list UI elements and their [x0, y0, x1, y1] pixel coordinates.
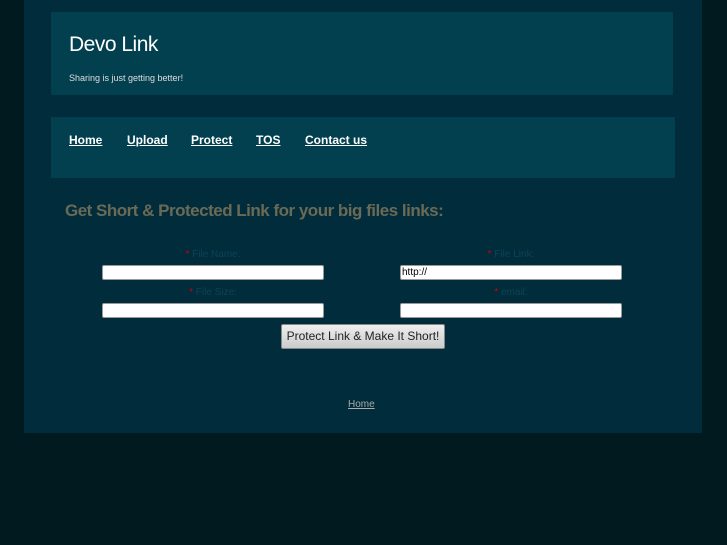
file-size-label: * File Size: [189, 287, 237, 298]
nav-contact[interactable]: Contact us [305, 133, 367, 147]
file-size-input[interactable] [102, 303, 324, 318]
file-link-label: * File Link: [487, 249, 535, 260]
submit-button[interactable]: Protect Link & Make It Short! [281, 324, 445, 349]
site-header: Devo Link Sharing is just getting better… [51, 12, 673, 95]
file-name-label: * File Name: [185, 249, 241, 260]
nav-tos[interactable]: TOS [256, 133, 280, 147]
footer-home-link[interactable]: Home [348, 399, 375, 410]
email-label: * email: [494, 287, 528, 298]
page-container: Devo Link Sharing is just getting better… [24, 0, 702, 433]
nav-home[interactable]: Home [69, 133, 102, 147]
file-name-input[interactable] [102, 265, 324, 280]
form-heading: Get Short & Protected Link for your big … [65, 201, 444, 220]
nav-protect[interactable]: Protect [191, 133, 232, 147]
site-tagline: Sharing is just getting better! [69, 73, 184, 83]
site-title: Devo Link [69, 33, 158, 56]
email-input[interactable] [400, 303, 622, 318]
file-link-input[interactable]: http:// [400, 265, 622, 280]
nav-upload[interactable]: Upload [127, 133, 168, 147]
nav-bar: Home Upload Protect TOS Contact us [51, 117, 675, 178]
